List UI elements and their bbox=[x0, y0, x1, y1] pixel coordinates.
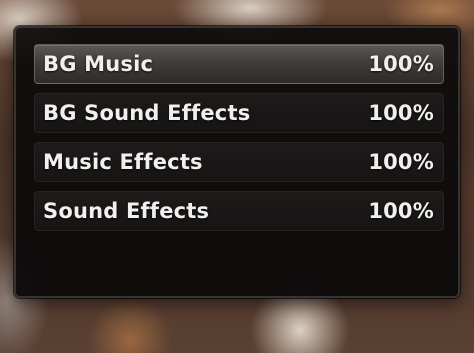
setting-row-sound-effects[interactable]: Sound Effects 100% bbox=[34, 191, 444, 231]
setting-label: BG Sound Effects bbox=[43, 101, 251, 125]
setting-label: BG Music bbox=[43, 52, 154, 76]
audio-settings-panel: BG Music 100% BG Sound Effects 100% Musi… bbox=[14, 26, 460, 298]
setting-value: 100% bbox=[368, 52, 434, 76]
setting-value: 100% bbox=[368, 199, 434, 223]
setting-label: Sound Effects bbox=[43, 199, 210, 223]
setting-label: Music Effects bbox=[43, 150, 203, 174]
setting-row-music-effects[interactable]: Music Effects 100% bbox=[34, 142, 444, 182]
setting-row-bg-sound-effects[interactable]: BG Sound Effects 100% bbox=[34, 93, 444, 133]
setting-value: 100% bbox=[368, 101, 434, 125]
setting-value: 100% bbox=[368, 150, 434, 174]
setting-row-bg-music[interactable]: BG Music 100% bbox=[34, 44, 444, 84]
